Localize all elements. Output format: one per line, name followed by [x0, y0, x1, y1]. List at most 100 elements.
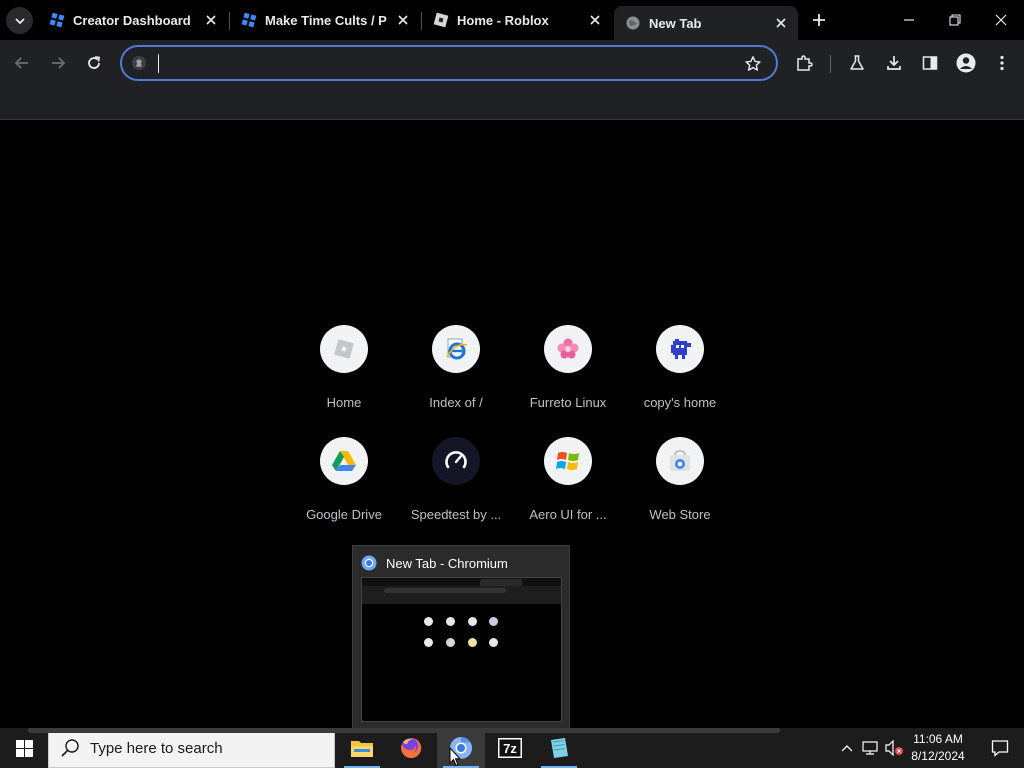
windows-xp-logo-icon — [556, 452, 579, 470]
extensions-button[interactable] — [790, 49, 818, 77]
windows-logo-icon — [15, 739, 33, 757]
roblox-home-icon — [334, 339, 354, 359]
shortcut-speedtest[interactable]: Speedtest by ... — [400, 437, 512, 537]
notepad-icon — [551, 738, 568, 758]
back-button[interactable] — [8, 49, 36, 77]
notifications-button[interactable] — [976, 728, 1024, 768]
taskbar-search[interactable] — [48, 728, 335, 768]
roblox-studio-icon — [241, 12, 257, 28]
close-icon[interactable] — [585, 10, 605, 30]
taskbar-app-notepad[interactable] — [535, 728, 583, 768]
shortcut-aero-ui[interactable]: Aero UI for ... — [512, 437, 624, 537]
address-input[interactable] — [156, 51, 736, 75]
start-button[interactable] — [0, 728, 48, 768]
shortcut-web-store[interactable]: Web Store — [624, 437, 736, 537]
close-icon[interactable] — [771, 13, 791, 33]
browser-toolbar — [0, 40, 1024, 120]
roblox-studio-icon — [49, 12, 65, 28]
forward-button[interactable] — [44, 49, 72, 77]
profile-button[interactable] — [952, 49, 980, 77]
new-tab-button[interactable] — [806, 7, 832, 33]
volume-button[interactable] — [884, 728, 906, 768]
pixel-creature-icon — [671, 339, 691, 359]
tab-title: Make Time Cults / Per — [265, 12, 387, 28]
tab-title: Creator Dashboard — [73, 12, 191, 28]
taskbar-app-chromium[interactable] — [437, 728, 485, 768]
restore-icon — [949, 14, 961, 26]
search-input[interactable] — [90, 739, 310, 757]
clock-date: 8/12/2024 — [911, 749, 965, 763]
tab-creator-dashboard[interactable]: Creator Dashboard — [38, 0, 228, 40]
minimize-icon — [904, 19, 914, 21]
system-clock[interactable]: 11:06 AM 8/12/2024 — [906, 731, 970, 765]
taskbar-app-file-explorer[interactable] — [338, 728, 386, 768]
preview-thumbnail — [361, 577, 562, 722]
side-panel-button[interactable] — [916, 49, 944, 77]
shortcut-index-of[interactable]: Index of / — [400, 325, 512, 425]
close-icon[interactable] — [393, 10, 413, 30]
shortcut-label: Web Store — [649, 507, 711, 522]
text-caret — [158, 54, 159, 73]
labs-button[interactable] — [843, 49, 871, 77]
kebab-menu-icon — [1000, 55, 1004, 71]
tab-search-button[interactable] — [6, 7, 33, 34]
mouse-cursor-icon — [449, 747, 461, 767]
arrow-left-icon — [14, 57, 28, 69]
shortcut-label: Aero UI for ... — [529, 507, 607, 522]
taskbar-app-firefox[interactable] — [387, 728, 435, 768]
reload-icon — [88, 56, 101, 69]
minimize-button[interactable] — [886, 0, 932, 40]
reload-button[interactable] — [80, 49, 108, 77]
restore-button[interactable] — [932, 0, 978, 40]
taskbar-scrollbar — [28, 728, 780, 733]
chromium-icon — [361, 555, 377, 571]
shortcut-home[interactable]: Home — [288, 325, 400, 425]
shortcut-label: Furreto Linux — [529, 395, 607, 410]
tab-title: New Tab — [649, 15, 702, 31]
shortcut-label: Index of / — [429, 395, 483, 410]
avatar-icon — [956, 53, 976, 73]
bookmark-star-icon[interactable] — [742, 53, 764, 75]
puzzle-icon — [797, 55, 813, 71]
tab-make-time-cults[interactable]: Make Time Cults / Per — [230, 0, 420, 40]
show-hidden-icons-button[interactable] — [836, 728, 858, 768]
shortcut-google-drive[interactable]: Google Drive — [288, 437, 400, 537]
globe-icon — [625, 15, 641, 31]
address-bar[interactable] — [120, 45, 778, 81]
plus-icon — [813, 14, 825, 26]
download-icon — [887, 56, 901, 70]
web-store-icon — [670, 450, 690, 471]
network-icon — [862, 741, 878, 755]
taskbar-app-7zip[interactable]: 7z — [486, 728, 534, 768]
arrow-right-icon — [52, 57, 66, 69]
shortcut-furreto-linux[interactable]: Furreto Linux — [512, 325, 624, 425]
roblox-icon — [433, 12, 449, 28]
folder-icon — [351, 741, 373, 757]
network-button[interactable] — [860, 728, 882, 768]
side-panel-icon — [922, 56, 938, 70]
tab-title: Home - Roblox — [457, 12, 549, 28]
shortcut-label: Speedtest by ... — [410, 507, 502, 522]
downloads-button[interactable] — [880, 49, 908, 77]
7zip-icon: 7z — [498, 738, 522, 758]
taskbar-thumbnail-preview[interactable]: New Tab - Chromium — [352, 545, 570, 729]
chevron-up-icon — [841, 745, 853, 752]
firefox-icon — [401, 737, 422, 758]
tab-new-tab[interactable]: New Tab — [614, 6, 798, 40]
svg-text:7z: 7z — [503, 741, 517, 756]
taskbar: 7z 11:06 AM 8/12/2024 — [0, 728, 1024, 768]
toolbar-divider — [830, 55, 831, 73]
preview-title: New Tab - Chromium — [386, 555, 508, 571]
close-window-button[interactable] — [978, 0, 1024, 40]
close-icon[interactable] — [201, 10, 221, 30]
page-info-icon[interactable] — [130, 54, 148, 72]
tab-home-roblox[interactable]: Home - Roblox — [422, 0, 612, 40]
shortcut-label: Google Drive — [306, 507, 382, 522]
menu-button[interactable] — [988, 49, 1016, 77]
shortcut-copys-home[interactable]: copy's home — [624, 325, 736, 425]
close-icon — [995, 14, 1007, 26]
speedtest-icon — [445, 451, 467, 469]
notification-icon — [991, 740, 1009, 757]
pink-flower-icon — [557, 338, 579, 359]
chevron-down-icon — [14, 17, 25, 24]
